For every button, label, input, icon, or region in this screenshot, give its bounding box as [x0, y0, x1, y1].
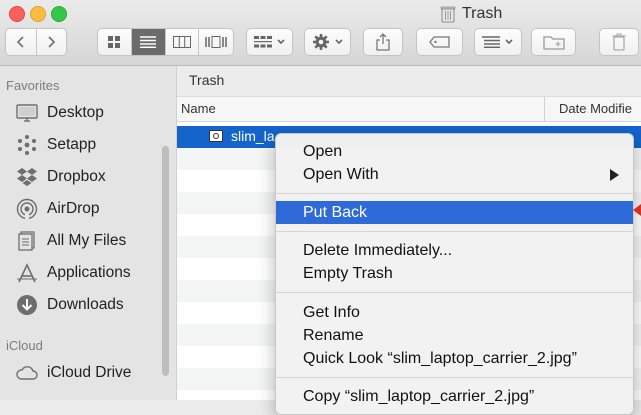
column-view-button[interactable]	[166, 29, 200, 55]
sort-icon	[482, 36, 500, 48]
file-name: slim_la	[209, 128, 275, 144]
sidebar-item-label: Downloads	[47, 296, 124, 313]
chevron-right-icon	[48, 36, 56, 48]
sidebar-scrollbar[interactable]	[162, 146, 169, 376]
menu-item-delete-immediately[interactable]: Delete Immediately...	[276, 239, 633, 262]
zoom-button[interactable]	[51, 6, 67, 22]
menu-item-put-back[interactable]: Put Back	[276, 201, 633, 224]
sort-button[interactable]	[474, 28, 522, 56]
menu-item-open-with[interactable]: Open With	[276, 163, 633, 186]
sidebar-item-label: iCloud Drive	[47, 364, 132, 381]
sidebar: Favorites Desktop Setapp Dropbox AirDrop…	[0, 66, 177, 400]
close-button[interactable]	[9, 6, 25, 22]
sidebar-item-label: Setapp	[47, 136, 97, 153]
context-menu: Open Open With Put Back Delete Immediate…	[275, 133, 634, 415]
menu-item-empty-trash[interactable]: Empty Trash	[276, 262, 633, 285]
sidebar-item-all-my-files[interactable]: All My Files	[16, 228, 126, 254]
minimize-button[interactable]	[30, 6, 46, 22]
sidebar-item-desktop[interactable]: Desktop	[16, 100, 104, 126]
coverflow-view-icon	[205, 36, 227, 48]
sidebar-item-dropbox[interactable]: Dropbox	[16, 164, 106, 190]
desktop-icon	[16, 104, 38, 122]
menu-separator	[276, 193, 633, 194]
column-divider[interactable]	[544, 97, 545, 121]
chevron-left-icon	[16, 36, 24, 48]
sidebar-item-setapp[interactable]: Setapp	[16, 132, 96, 158]
downloads-icon	[17, 295, 37, 315]
share-icon	[376, 33, 390, 51]
sidebar-section-favorites: Favorites	[6, 78, 60, 93]
path-label: Trash	[189, 72, 225, 88]
arrange-button[interactable]	[246, 28, 293, 56]
new-folder-button[interactable]	[531, 28, 576, 56]
airdrop-icon	[16, 198, 38, 220]
dropbox-icon	[17, 168, 37, 186]
menu-item-label: Open With	[303, 165, 379, 183]
window-title-text: Trash	[462, 5, 503, 22]
path-bar: Trash	[177, 66, 641, 97]
annotation-arrow-icon	[633, 204, 641, 216]
delete-button[interactable]	[599, 28, 639, 56]
column-date-modified[interactable]: Date Modifie	[559, 101, 632, 116]
back-button[interactable]	[6, 29, 37, 55]
menu-item-quick-look[interactable]: Quick Look “slim_laptop_carrier_2.jpg”	[276, 347, 633, 370]
files-icon	[18, 231, 35, 251]
setapp-icon	[18, 135, 36, 155]
forward-button[interactable]	[37, 29, 67, 55]
toolbar: Trash	[0, 0, 641, 66]
share-button[interactable]	[363, 28, 403, 56]
trash-icon	[612, 33, 626, 51]
new-folder-icon	[542, 36, 565, 50]
sidebar-item-icloud-drive[interactable]: iCloud Drive	[16, 360, 131, 386]
sidebar-item-label: All My Files	[47, 232, 127, 249]
menu-item-rename[interactable]: Rename	[276, 324, 633, 347]
tag-icon	[428, 36, 450, 48]
applications-icon	[17, 263, 37, 283]
menu-separator	[276, 377, 633, 378]
action-button[interactable]	[304, 28, 351, 56]
sidebar-item-label: AirDrop	[47, 200, 100, 217]
menu-separator	[276, 231, 633, 232]
menu-separator	[276, 292, 633, 293]
column-view-icon	[172, 36, 191, 48]
file-name-text: slim_la	[231, 128, 275, 144]
arrange-icon	[253, 36, 272, 48]
coverflow-view-button[interactable]	[199, 29, 233, 55]
menu-item-open[interactable]: Open	[276, 140, 633, 163]
chevron-down-icon	[334, 39, 343, 45]
sidebar-section-icloud: iCloud	[6, 338, 43, 353]
gear-icon	[312, 34, 329, 50]
menu-item-copy[interactable]: Copy “slim_laptop_carrier_2.jpg”	[276, 385, 633, 408]
sidebar-item-applications[interactable]: Applications	[16, 260, 131, 286]
image-file-icon	[209, 130, 223, 142]
window-title: Trash	[440, 3, 502, 25]
sidebar-item-label: Applications	[47, 264, 131, 281]
sidebar-item-label: Desktop	[47, 104, 104, 121]
cloud-icon	[16, 366, 38, 380]
menu-item-get-info[interactable]: Get Info	[276, 301, 633, 324]
list-view-icon	[140, 36, 157, 48]
column-name[interactable]: Name	[181, 101, 216, 116]
sidebar-item-airdrop[interactable]: AirDrop	[16, 196, 100, 222]
submenu-arrow-icon	[610, 169, 619, 181]
tag-button[interactable]	[416, 28, 463, 56]
list-view-button[interactable]	[131, 29, 166, 55]
icon-view-button[interactable]	[98, 29, 132, 55]
view-mode-control	[97, 28, 234, 56]
column-header: Name Date Modifie	[177, 97, 641, 122]
chevron-down-icon	[505, 39, 513, 45]
chevron-down-icon	[276, 39, 285, 45]
icon-view-icon	[108, 36, 121, 48]
sidebar-item-downloads[interactable]: Downloads	[16, 292, 124, 318]
back-forward-control	[5, 28, 67, 56]
trash-icon	[440, 6, 456, 23]
sidebar-item-label: Dropbox	[47, 168, 106, 185]
